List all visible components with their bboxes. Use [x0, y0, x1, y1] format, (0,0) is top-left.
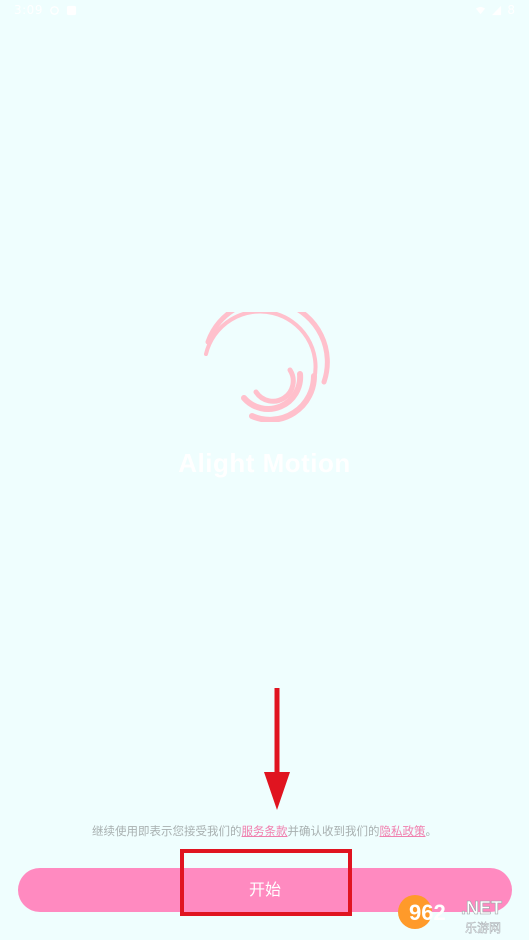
alight-motion-logo	[196, 298, 336, 423]
terms-of-service-link[interactable]: 服务条款	[242, 824, 288, 838]
battery-level: 8	[507, 3, 515, 17]
notification-icon	[50, 5, 59, 15]
watermark-logo: 962 .NET 乐游网	[395, 890, 523, 936]
watermark-graphic: 962 .NET 乐游网	[398, 895, 502, 935]
terms-notice: 继续使用即表示您接受我们的服务条款并确认收到我们的隐私政策。	[0, 823, 529, 839]
watermark-number: 962	[409, 900, 446, 925]
annotation-highlight-box	[180, 849, 352, 916]
swirl-logo-icon	[204, 298, 330, 423]
wifi-icon	[476, 6, 486, 14]
privacy-policy-link[interactable]: 隐私政策	[380, 824, 426, 838]
terms-suffix: 。	[425, 824, 438, 838]
annotation-arrow-icon	[264, 688, 290, 810]
brand-name: Alight Motion	[178, 448, 351, 478]
terms-middle: 并确认收到我们的	[287, 824, 380, 838]
status-bar-right: 8	[475, 3, 515, 17]
status-time: 3:09	[14, 3, 43, 17]
watermark-suffix: .NET	[461, 898, 502, 918]
terms-prefix: 继续使用即表示您接受我们的	[92, 824, 242, 838]
status-bar-left: 3:09	[14, 3, 77, 17]
status-bar: 3:09 8	[0, 0, 529, 22]
splash-screen: 3:09 8 Alight Motion 继续使用即表示您接受我们的服务条款并确…	[0, 0, 529, 940]
watermark-subtitle: 乐游网	[465, 921, 501, 935]
signal-icon	[492, 5, 502, 15]
app-notification-icon	[66, 5, 77, 15]
